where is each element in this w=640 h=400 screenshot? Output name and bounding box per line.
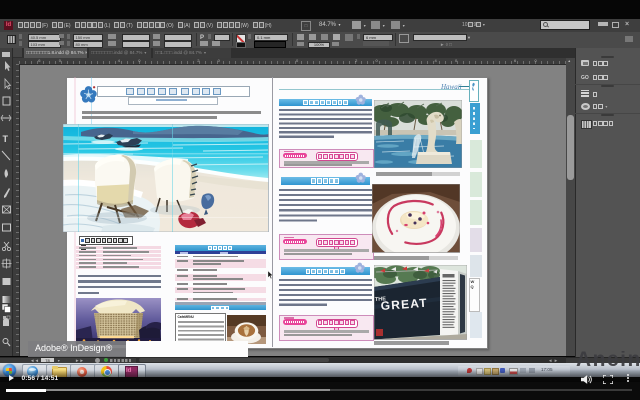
svg-text:THE: THE: [375, 297, 387, 304]
